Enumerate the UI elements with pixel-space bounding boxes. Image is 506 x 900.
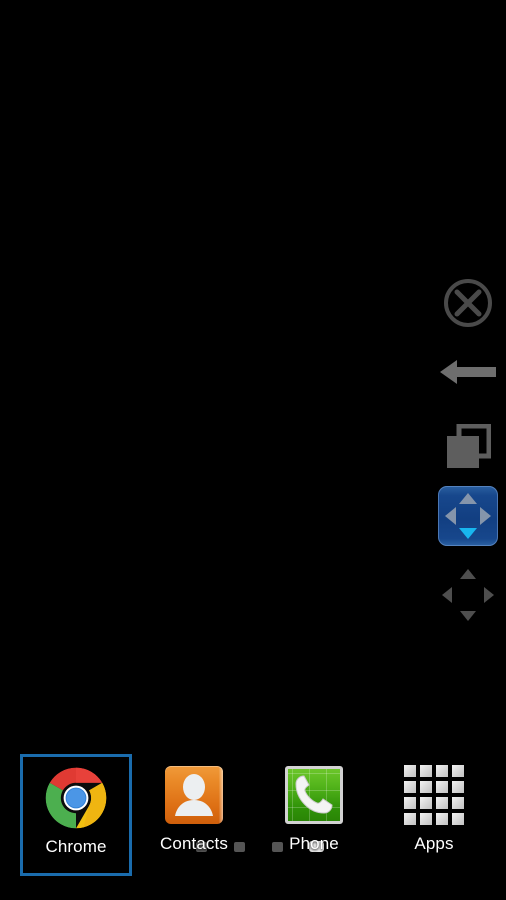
dock-item-apps[interactable]: Apps — [378, 754, 490, 876]
move-up-arrow-icon[interactable] — [460, 569, 476, 579]
dpad-left-arrow-icon[interactable] — [445, 507, 456, 525]
dock-label-chrome: Chrome — [45, 837, 107, 856]
move-left-arrow-icon[interactable] — [442, 587, 452, 603]
floating-control-overlay[interactable] — [430, 272, 506, 632]
move-handle[interactable] — [440, 567, 496, 623]
close-circle-icon[interactable] — [430, 272, 506, 334]
directional-pad[interactable] — [438, 486, 498, 546]
recents-icon[interactable] — [430, 420, 506, 474]
contacts-icon — [163, 764, 225, 826]
dpad-icon[interactable] — [430, 484, 506, 548]
home-dock: Chrome Contacts Phone Apps — [0, 750, 506, 900]
dock-label-phone: Phone — [289, 834, 339, 853]
back-arrow-icon[interactable] — [430, 350, 506, 394]
dpad-right-arrow-icon[interactable] — [480, 507, 491, 525]
move-down-arrow-icon[interactable] — [460, 611, 476, 621]
move-handle-icon[interactable] — [430, 560, 506, 630]
dpad-down-arrow-icon[interactable] — [459, 528, 477, 539]
chrome-icon — [45, 767, 107, 829]
dock-item-chrome[interactable]: Chrome — [20, 754, 132, 876]
apps-grid-icon — [403, 764, 465, 826]
move-right-arrow-icon[interactable] — [484, 587, 494, 603]
dock-item-phone[interactable]: Phone — [258, 754, 370, 876]
dock-item-contacts[interactable]: Contacts — [138, 754, 250, 876]
dpad-up-arrow-icon[interactable] — [459, 493, 477, 504]
dock-label-contacts: Contacts — [160, 834, 228, 853]
android-home-screen: Chrome Contacts Phone Apps — [0, 0, 506, 900]
phone-icon — [283, 764, 345, 826]
dock-label-apps: Apps — [414, 834, 454, 853]
